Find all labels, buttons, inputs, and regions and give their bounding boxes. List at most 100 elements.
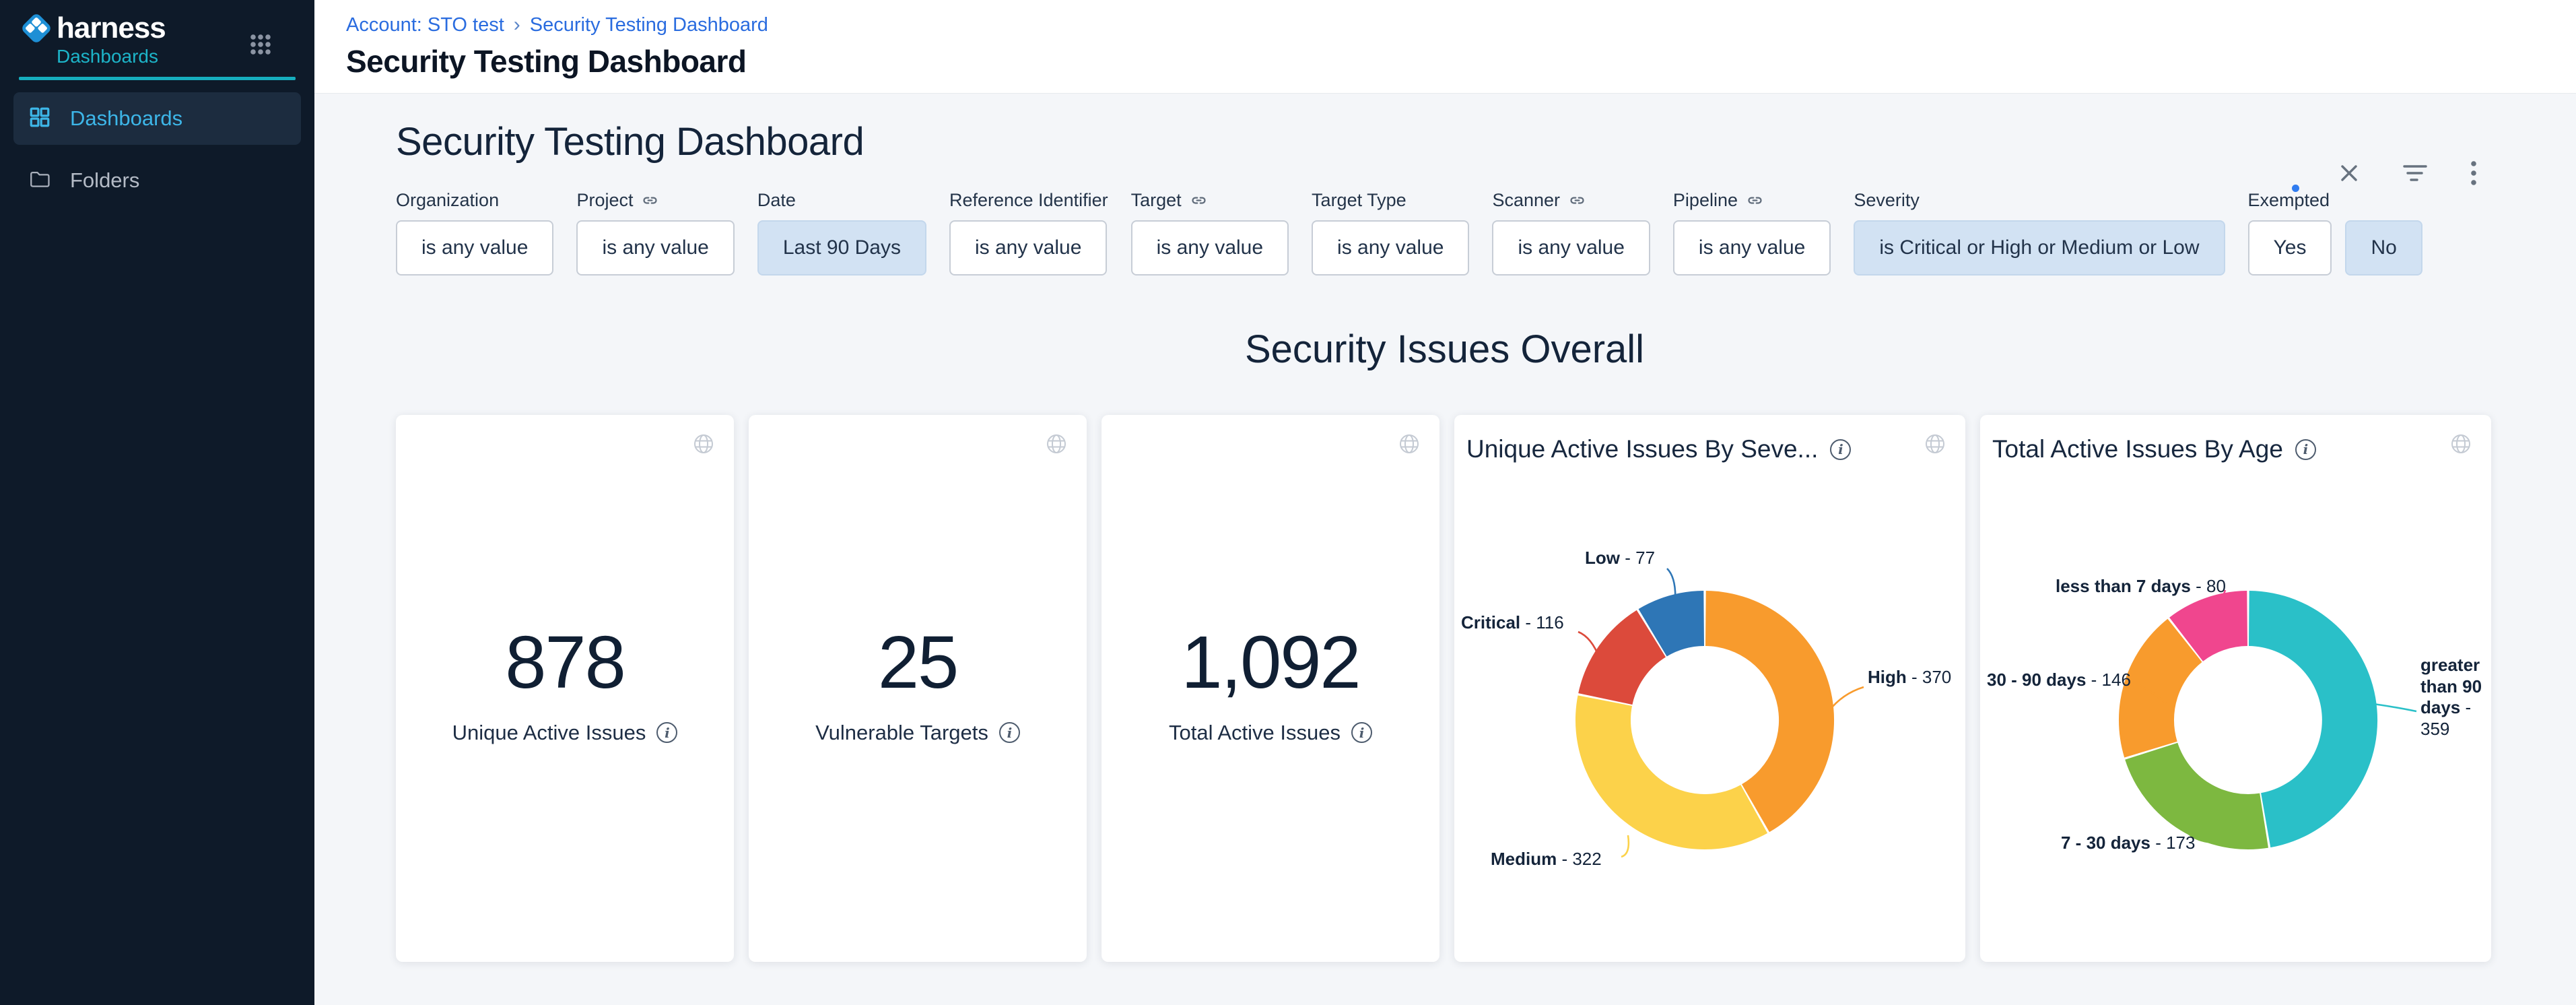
tile-unique-active-issues-by-severity: Unique Active Issues By Seve... i Low - … bbox=[1454, 415, 1965, 962]
folder-icon bbox=[28, 168, 51, 194]
donut-slice-medium[interactable] bbox=[1575, 695, 1767, 849]
filter-label: Reference Identifier bbox=[949, 189, 1108, 212]
tile-unique-active-issues: 878 Unique Active Issues i bbox=[396, 415, 734, 962]
main-area: Account: STO test › Security Testing Das… bbox=[314, 0, 2576, 1005]
sidebar: harness Dashboards Dashb bbox=[0, 0, 314, 1005]
link-icon bbox=[1746, 191, 1764, 209]
filter-icon[interactable] bbox=[2402, 163, 2428, 183]
stat-value: 1,092 bbox=[1169, 624, 1372, 702]
info-icon[interactable]: i bbox=[2295, 439, 2316, 460]
filter-bar: Organizationis any value Project is any va… bbox=[396, 189, 2493, 275]
stat-block: 25 Vulnerable Targets i bbox=[815, 624, 1020, 745]
filter-chip-project-is-any-value[interactable]: is any value bbox=[576, 220, 734, 275]
filter-chip-reference-identifier-is-any-value[interactable]: is any value bbox=[949, 220, 1107, 275]
filter-chip-severity-is-critical-or-high-or-medium-or-low[interactable]: is Critical or High or Medium or Low bbox=[1854, 220, 2225, 275]
tile-total-active-issues: 1,092 Total Active Issues i bbox=[1101, 415, 1439, 962]
filter-label: Pipeline bbox=[1673, 189, 1831, 212]
globe-icon[interactable] bbox=[1045, 432, 1068, 459]
dashboard-title: Security Testing Dashboard bbox=[396, 119, 2493, 164]
stat-label-text: Unique Active Issues bbox=[452, 721, 646, 745]
stat-value: 878 bbox=[452, 624, 678, 702]
donut-label-less-than-7-days: less than 7 days - 80 bbox=[2056, 576, 2226, 597]
filter-chip-date-last-90-days[interactable]: Last 90 Days bbox=[757, 220, 926, 275]
filter-label: Target Type bbox=[1312, 189, 1469, 212]
tile-title-text: Unique Active Issues By Seve... bbox=[1466, 435, 1818, 463]
sidebar-item-dashboards[interactable]: Dashboards bbox=[13, 92, 301, 145]
filter-label: Severity bbox=[1854, 189, 2225, 212]
filter-group-pipeline: Pipeline is any value bbox=[1673, 189, 1831, 275]
filter-group-organization: Organizationis any value bbox=[396, 189, 553, 275]
tile-title: Total Active Issues By Age i bbox=[1992, 435, 2316, 463]
sidebar-item-label: Folders bbox=[70, 168, 139, 193]
breadcrumb-account-link[interactable]: Account: STO test bbox=[346, 14, 504, 36]
filter-group-date: DateLast 90 Days bbox=[757, 189, 926, 275]
brand-text: harness Dashboards bbox=[57, 12, 166, 67]
dashboard-content: Security Testing Dashboard Organizationi… bbox=[314, 119, 2576, 962]
donut-label-greater-than-90-days: greater than 90 days - 359 bbox=[2420, 655, 2500, 740]
donut-slice-greater-than-90-days[interactable] bbox=[2249, 591, 2377, 847]
info-icon[interactable]: i bbox=[656, 722, 677, 743]
info-icon[interactable]: i bbox=[1830, 439, 1851, 460]
kebab-menu-icon[interactable] bbox=[2470, 160, 2478, 187]
stat-label: Total Active Issues i bbox=[1169, 721, 1372, 745]
dashboard-actions bbox=[2338, 160, 2478, 187]
filter-chip-pipeline-is-any-value[interactable]: is any value bbox=[1673, 220, 1831, 275]
donut-label-medium: Medium - 322 bbox=[1491, 849, 1602, 870]
filter-group-severity: Severity is Critical or High or Medium or… bbox=[1854, 189, 2225, 275]
info-icon[interactable]: i bbox=[999, 722, 1020, 743]
filter-chip-target-type-is-any-value[interactable]: is any value bbox=[1312, 220, 1469, 275]
brand-product-label: Dashboards bbox=[57, 46, 166, 67]
stat-label-text: Vulnerable Targets bbox=[815, 721, 988, 745]
breadcrumb-separator: › bbox=[514, 13, 520, 36]
filter-group-target-type: Target Type is any value bbox=[1312, 189, 1469, 275]
stat-block: 878 Unique Active Issues i bbox=[452, 624, 678, 745]
section-title: Security Issues Overall bbox=[396, 327, 2493, 372]
tile-vulnerable-targets: 25 Vulnerable Targets i bbox=[749, 415, 1087, 962]
link-icon bbox=[641, 191, 659, 209]
info-icon[interactable]: i bbox=[1351, 722, 1372, 743]
donut-label-high: High - 370 bbox=[1868, 667, 1951, 688]
cursor-dot bbox=[2292, 185, 2299, 192]
link-icon bbox=[1190, 191, 1208, 209]
donut-leader-line bbox=[1829, 687, 1864, 711]
top-bar: Account: STO test › Security Testing Das… bbox=[314, 0, 2576, 94]
page-title: Security Testing Dashboard bbox=[346, 43, 2576, 79]
breadcrumb: Account: STO test › Security Testing Das… bbox=[346, 13, 2576, 36]
filter-chip-target-is-any-value[interactable]: is any value bbox=[1131, 220, 1289, 275]
stat-label: Unique Active Issues i bbox=[452, 721, 678, 745]
sidebar-item-label: Dashboards bbox=[70, 106, 182, 131]
tile-total-active-issues-by-age: Total Active Issues By Age i less than 7… bbox=[1980, 415, 2491, 962]
donut-label-7-30-days: 7 - 30 days - 173 bbox=[2061, 833, 2195, 853]
breadcrumb-dashboard-link[interactable]: Security Testing Dashboard bbox=[530, 14, 768, 36]
globe-icon[interactable] bbox=[1398, 432, 1421, 459]
filter-group-exempted: ExemptedYesNo bbox=[2248, 189, 2422, 275]
stat-label-text: Total Active Issues bbox=[1169, 721, 1341, 745]
sidebar-nav: Dashboards Folders bbox=[0, 92, 314, 207]
tile-title-text: Total Active Issues By Age bbox=[1992, 435, 2283, 463]
dashboards-icon bbox=[28, 106, 51, 132]
donut-leader-line bbox=[1621, 835, 1629, 857]
close-icon[interactable] bbox=[2338, 162, 2361, 185]
sidebar-item-folders[interactable]: Folders bbox=[13, 154, 301, 207]
tile-title: Unique Active Issues By Seve... i bbox=[1466, 435, 1851, 463]
brand-name: harness bbox=[57, 12, 166, 44]
module-grid-icon[interactable] bbox=[247, 31, 274, 61]
filter-chip-scanner-is-any-value[interactable]: is any value bbox=[1492, 220, 1650, 275]
stat-value: 25 bbox=[815, 624, 1020, 702]
donut-label-critical: Critical - 116 bbox=[1461, 612, 1564, 633]
link-icon bbox=[1568, 191, 1586, 209]
tiles-row: 878 Unique Active Issues i bbox=[396, 415, 2493, 962]
filter-group-scanner: Scanneris any value bbox=[1492, 189, 1650, 275]
filter-chip-exempted-no[interactable]: No bbox=[2345, 220, 2422, 275]
filter-chip-organization-is-any-value[interactable]: is any value bbox=[396, 220, 553, 275]
app-root: harness Dashboards Dashb bbox=[0, 0, 2576, 1005]
severity-donut-chart bbox=[1454, 415, 1965, 962]
brand-row: harness Dashboards bbox=[0, 0, 314, 67]
stat-block: 1,092 Total Active Issues i bbox=[1169, 624, 1372, 745]
filter-label: Project bbox=[576, 189, 734, 212]
globe-icon[interactable] bbox=[692, 432, 715, 459]
filter-chip-exempted-yes[interactable]: Yes bbox=[2248, 220, 2332, 275]
brand-underline bbox=[19, 77, 296, 80]
stat-label: Vulnerable Targets i bbox=[815, 721, 1020, 745]
filter-group-reference-identifier: Reference Identifier is any value bbox=[949, 189, 1108, 275]
